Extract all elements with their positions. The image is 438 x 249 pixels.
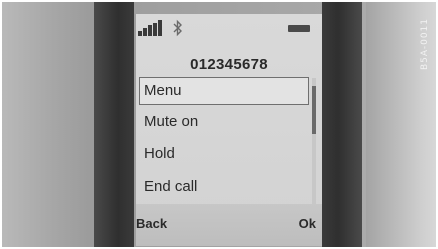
softkey-back[interactable]: Back [136, 216, 167, 231]
status-bar [136, 14, 322, 40]
screen-bezel-right [322, 2, 362, 247]
menu-item-menu[interactable]: Menu [139, 77, 309, 105]
menu-item-label: Hold [144, 145, 175, 162]
battery-icon [288, 25, 310, 32]
screen-bezel-left [94, 2, 134, 247]
bluetooth-icon [173, 19, 182, 37]
dialed-number: 012345678 [190, 56, 268, 73]
menu-item-hold[interactable]: Hold [140, 141, 308, 167]
softkey-ok[interactable]: Ok [299, 216, 316, 231]
menu-item-label: Mute on [144, 113, 199, 130]
device-photo: B5A-0011 012345678 Menu Mute on Hold End… [2, 2, 436, 247]
menu-scrollbar[interactable] [312, 78, 316, 204]
signal-strength-icon [138, 20, 166, 36]
menu-item-mute-on[interactable]: Mute on [140, 109, 308, 135]
phone-display: 012345678 Menu Mute on Hold End call Bac… [136, 14, 322, 246]
scrollbar-thumb[interactable] [312, 86, 316, 134]
image-reference-label: B5A-0011 [420, 18, 430, 71]
menu-item-label: Menu [144, 82, 182, 99]
menu-item-label: End call [144, 178, 198, 195]
menu-item-end-call[interactable]: End call [140, 174, 308, 200]
